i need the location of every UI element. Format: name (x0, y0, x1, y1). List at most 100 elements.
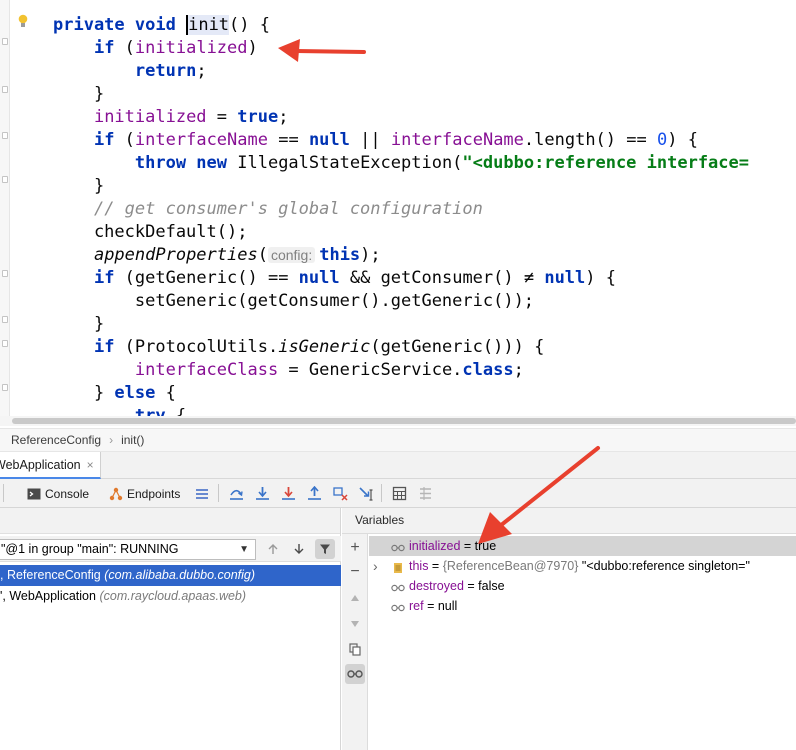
tab-webapplication[interactable]: WebApplication × (0, 452, 101, 479)
code-line[interactable]: if (interfaceName == null || interfaceNa… (53, 129, 749, 152)
close-icon[interactable]: × (87, 458, 94, 472)
code-token: initialized (93, 107, 207, 127)
filter-icon[interactable] (315, 539, 335, 559)
frame-package: (com.raycloud.apaas.web) (99, 589, 247, 603)
code-line[interactable]: appendProperties(config: this); (53, 244, 749, 267)
code-token: = (206, 107, 238, 127)
code-line[interactable]: if (ProtocolUtils.isGeneric(getGeneric()… (53, 336, 749, 359)
code-token: setGeneric(getConsumer().getGeneric()); (53, 291, 535, 311)
trace-button[interactable] (418, 479, 433, 508)
code-token: ; (278, 107, 289, 127)
debug-tab-bar: WebApplication × (0, 452, 796, 479)
frame-method: ', WebApplication (0, 589, 96, 603)
fold-marker-icon[interactable] (2, 176, 8, 183)
variable-name: ref (409, 599, 424, 613)
remove-icon[interactable]: − (345, 562, 365, 582)
code-line[interactable]: } (53, 175, 749, 198)
drop-frame-button[interactable] (333, 479, 348, 508)
code-line[interactable]: interfaceClass = GenericService.class; (53, 359, 749, 382)
fold-marker-icon[interactable] (2, 340, 8, 347)
variable-value: "<dubbo:reference singleton=" (581, 559, 750, 573)
code-token: || (349, 130, 391, 150)
step-out-button[interactable] (307, 479, 322, 508)
evaluate-expression-button[interactable] (392, 479, 407, 508)
variable-row[interactable]: initialized = true (369, 536, 796, 556)
code-line[interactable]: if (getGeneric() == null && getConsumer(… (53, 267, 749, 290)
code-line[interactable]: checkDefault(); (53, 221, 749, 244)
endpoints-tab[interactable]: Endpoints (109, 479, 180, 508)
toolbar-separator (218, 484, 219, 502)
variable-row[interactable]: › this = {ReferenceBean@7970} "<dubbo:ref… (369, 556, 796, 576)
code-line[interactable]: setGeneric(getConsumer().getGeneric()); (53, 290, 749, 313)
run-to-cursor-icon (359, 487, 373, 501)
thread-dropdown[interactable]: "@1 in group "main": RUNNING ▼ (0, 539, 256, 560)
fold-marker-icon[interactable] (2, 384, 8, 391)
variable-row[interactable]: ref = null (369, 596, 796, 616)
frame-item[interactable]: ', WebApplication (com.raycloud.apaas.we… (0, 586, 341, 607)
thread-selector-row: "@1 in group "main": RUNNING ▼ (0, 536, 341, 562)
code-token: checkDefault(); (53, 222, 248, 242)
code-line[interactable]: } (53, 83, 749, 106)
watch-glasses-icon (391, 600, 405, 612)
fold-marker-icon[interactable] (2, 270, 8, 277)
endpoints-icon (109, 487, 123, 500)
console-tab[interactable]: Console (27, 479, 89, 508)
code-line[interactable]: private void init() { (53, 14, 749, 37)
code-token: try (134, 406, 176, 416)
code-token: } (53, 84, 105, 104)
code-token: this (319, 245, 361, 265)
watches-glasses-icon[interactable] (345, 664, 365, 684)
fold-marker-icon[interactable] (2, 132, 8, 139)
add-icon[interactable]: + (345, 538, 365, 558)
code-token: ) { (667, 130, 698, 150)
step-over-button[interactable] (229, 479, 244, 508)
frame-item[interactable]: , ReferenceConfig (com.alibaba.dubbo.con… (0, 565, 341, 586)
variable-name: initialized (409, 539, 461, 553)
code-line[interactable]: // get consumer's global configuration (53, 198, 749, 221)
watch-glasses-icon (391, 580, 405, 592)
code-token: == (267, 130, 309, 150)
code-token: { (165, 383, 176, 403)
code-token: (getGeneric())) { (370, 337, 545, 357)
run-to-cursor-button[interactable] (359, 479, 374, 508)
editor-horizontal-scrollbar[interactable] (0, 416, 796, 426)
breadcrumb-method[interactable]: init() (121, 433, 144, 447)
code-token: ( (124, 130, 135, 150)
code-line[interactable]: try { (53, 405, 749, 416)
code-line[interactable]: initialized = true; (53, 106, 749, 129)
step-into-icon (256, 487, 269, 500)
code-token: // get consumer's global configuration (93, 199, 483, 219)
step-into-button[interactable] (255, 479, 270, 508)
force-step-into-button[interactable] (281, 479, 296, 508)
watch-glasses-icon (391, 540, 405, 552)
variable-equals: = (428, 559, 443, 573)
code-editor[interactable]: private void init() { if (initialized) r… (0, 0, 796, 416)
code-line[interactable]: return; (53, 60, 749, 83)
lightbulb-icon[interactable] (18, 14, 28, 30)
code-line[interactable]: throw new IllegalStateException("<dubbo:… (53, 152, 749, 175)
object-field-icon (391, 560, 405, 573)
fold-marker-icon[interactable] (2, 316, 8, 323)
frame-method: , ReferenceConfig (0, 568, 101, 582)
arrow-down-icon[interactable] (291, 541, 307, 557)
fold-marker-icon[interactable] (2, 86, 8, 93)
fold-marker-icon[interactable] (2, 38, 8, 45)
arrow-up-icon[interactable] (265, 541, 281, 557)
frames-menu-button[interactable] (195, 479, 209, 508)
code-token: ) { (585, 268, 616, 288)
expand-chevron-icon[interactable]: › (373, 556, 378, 576)
breadcrumb-class[interactable]: ReferenceConfig (11, 433, 101, 447)
code-text[interactable]: private void init() { if (initialized) r… (53, 14, 749, 416)
move-up-icon[interactable] (345, 588, 365, 608)
variable-row[interactable]: destroyed = false (369, 576, 796, 596)
copy-icon[interactable] (345, 639, 365, 659)
code-line[interactable]: if (initialized) (53, 37, 749, 60)
move-down-icon[interactable] (345, 614, 365, 634)
code-line[interactable]: } else { (53, 382, 749, 405)
code-line[interactable]: } (53, 313, 749, 336)
scrollbar-thumb[interactable] (12, 418, 796, 424)
